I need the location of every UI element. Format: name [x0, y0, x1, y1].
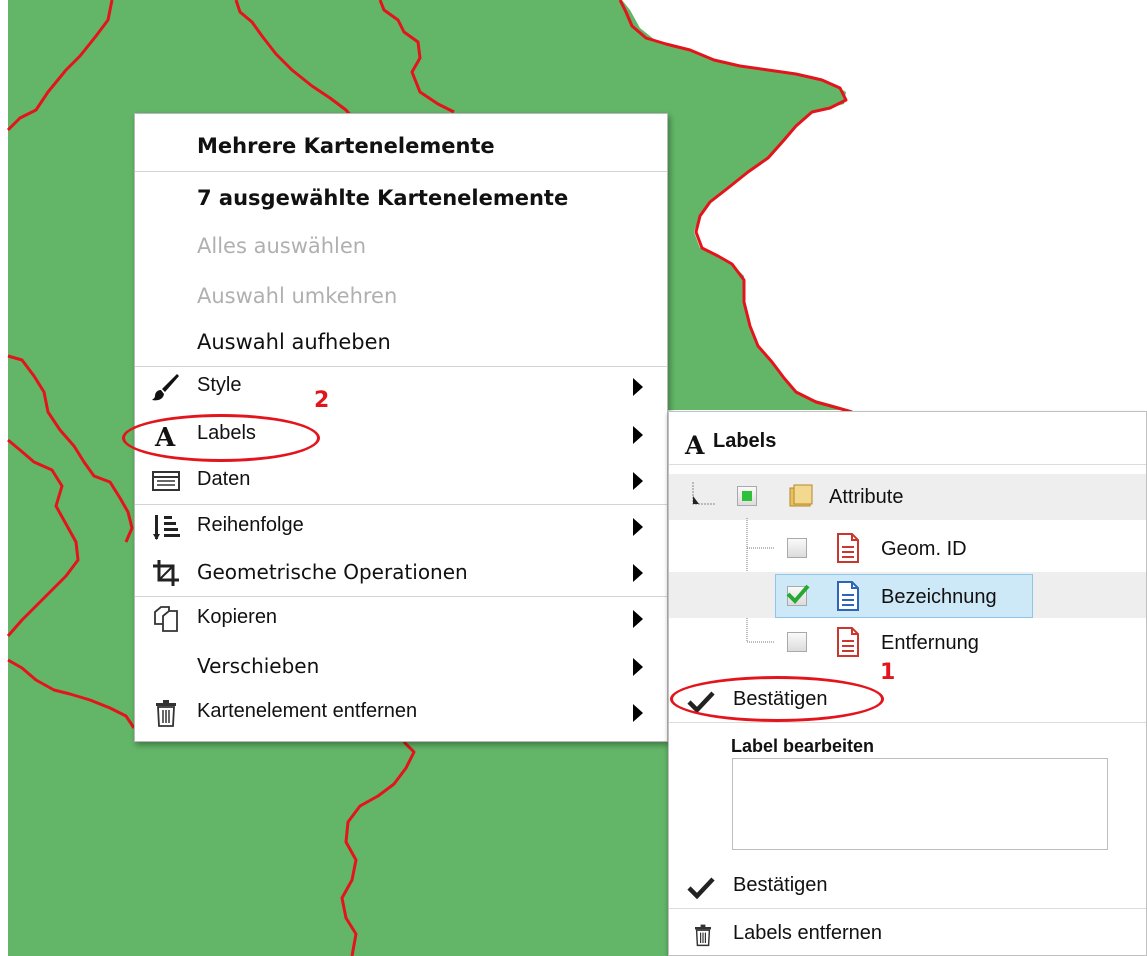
svg-text:A: A — [684, 431, 705, 458]
menu-item-label: Verschieben — [197, 654, 320, 678]
folder-icon — [789, 484, 813, 507]
partial-check-mark — [742, 491, 752, 501]
svg-text:A: A — [154, 423, 176, 450]
brush-icon — [152, 374, 179, 401]
menu-item-label: Style — [197, 374, 242, 396]
submenu-arrow-icon — [633, 610, 643, 628]
tree-row-attribute[interactable]: Attribute — [669, 474, 1146, 520]
context-menu-title: Mehrere Kartenelemente — [197, 134, 495, 158]
tree-expander-icon[interactable] — [689, 478, 719, 508]
order-icon — [153, 515, 180, 540]
labels-panel: A Labels Attribute Geom. ID Bezeichnung … — [668, 411, 1147, 956]
menu-item-label: Geometrische Operationen — [197, 560, 468, 584]
table-icon — [152, 471, 180, 491]
menu-divider — [135, 596, 667, 597]
selected-count-label: 7 ausgewählte Kartenelemente — [197, 186, 569, 210]
menu-item-verschieben[interactable]: Verschieben — [135, 648, 667, 688]
panel-divider — [669, 908, 1146, 909]
tree-label: Attribute — [829, 486, 904, 508]
annotation-number-2: 2 — [314, 388, 330, 413]
clear-selection-item[interactable]: Auswahl aufheben — [197, 330, 391, 354]
menu-item-style[interactable]: Style — [135, 368, 667, 408]
confirm-button-tree[interactable]: Bestätigen — [669, 682, 1146, 720]
copy-icon — [154, 606, 178, 632]
tree-label: Geom. ID — [881, 538, 967, 560]
menu-item-daten[interactable]: Daten — [135, 462, 667, 502]
edit-label-heading: Label bearbeiten — [731, 736, 875, 756]
confirm-label: Bestätigen — [733, 688, 828, 710]
submenu-arrow-icon — [633, 378, 643, 396]
context-menu: Mehrere Kartenelemente 7 ausgewählte Kar… — [134, 113, 668, 742]
menu-item-kartenelement-entfernen[interactable]: Kartenelement entfernen — [135, 694, 667, 734]
menu-item-label: Kartenelement entfernen — [197, 700, 418, 722]
panel-divider — [669, 722, 1146, 723]
document-red-icon — [837, 533, 859, 563]
menu-item-label: Kopieren — [197, 606, 278, 628]
submenu-arrow-icon — [633, 704, 643, 722]
invert-selection-item[interactable]: Auswahl umkehren — [197, 284, 397, 308]
confirm-button-label[interactable]: Bestätigen — [669, 868, 1146, 906]
tree-row-bezeichnung[interactable]: Bezeichnung — [669, 572, 1146, 618]
document-red-icon — [837, 627, 859, 657]
tree-checkbox-attribute[interactable] — [737, 486, 757, 506]
submenu-arrow-icon — [633, 564, 643, 582]
letter-a-icon: A — [684, 431, 705, 458]
tree-row-entfernung[interactable]: Entfernung — [669, 620, 1146, 666]
submenu-arrow-icon — [633, 658, 643, 676]
annotation-number-1: 1 — [880, 660, 896, 685]
tree-checkbox-bezeichnung[interactable] — [786, 584, 810, 606]
menu-item-label: Daten — [197, 468, 251, 490]
menu-divider — [135, 171, 667, 172]
check-icon — [687, 877, 715, 900]
crop-icon — [153, 560, 179, 586]
edit-label-textarea[interactable] — [732, 758, 1108, 850]
tree-row-geom-id[interactable]: Geom. ID — [669, 526, 1146, 572]
check-mark-icon — [786, 584, 810, 604]
trash-icon — [156, 700, 176, 727]
menu-divider — [135, 504, 667, 505]
remove-labels-button[interactable]: Labels entfernen — [669, 914, 1146, 954]
check-icon — [687, 691, 715, 714]
menu-item-reihenfolge[interactable]: Reihenfolge — [135, 508, 667, 548]
menu-item-labels[interactable]: A Labels — [135, 416, 667, 456]
tree-checkbox-geom-id[interactable] — [787, 538, 807, 558]
letter-a-icon: A — [154, 423, 176, 450]
menu-item-kopieren[interactable]: Kopieren — [135, 600, 667, 640]
document-blue-icon — [837, 581, 859, 611]
menu-item-label: Labels — [197, 422, 256, 444]
tree-label: Bezeichnung — [881, 586, 997, 608]
remove-labels-label: Labels entfernen — [733, 922, 883, 944]
menu-divider — [135, 366, 667, 367]
tree-checkbox-entfernung[interactable] — [787, 632, 807, 652]
menu-item-geometrische-operationen[interactable]: Geometrische Operationen — [135, 554, 667, 594]
labels-panel-title: Labels — [713, 430, 777, 452]
tree-label: Entfernung — [881, 632, 979, 654]
select-all-item[interactable]: Alles auswählen — [197, 234, 366, 258]
trash-icon — [695, 924, 711, 947]
submenu-arrow-icon — [633, 472, 643, 490]
submenu-arrow-icon — [633, 426, 643, 444]
submenu-arrow-icon — [633, 518, 643, 536]
confirm-label: Bestätigen — [733, 874, 828, 896]
menu-item-label: Reihenfolge — [197, 514, 304, 536]
panel-divider — [669, 464, 1146, 465]
